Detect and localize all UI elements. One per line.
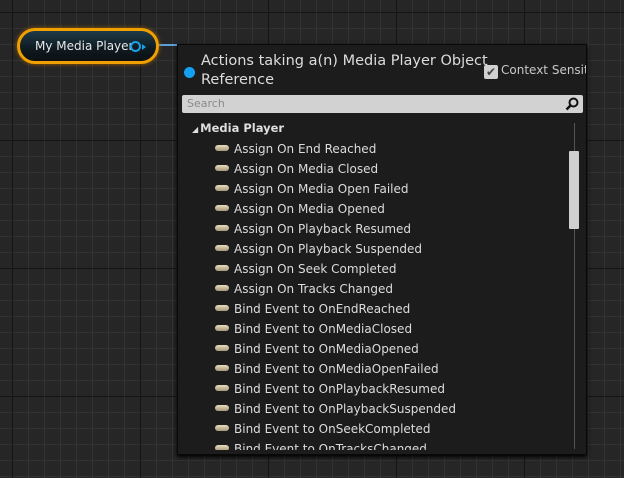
action-item-label: Assign On Tracks Changed [234, 282, 393, 296]
object-reference-dot-icon [184, 67, 195, 78]
action-item-label: Bind Event to OnMediaOpenFailed [234, 362, 439, 376]
function-pill-icon [215, 185, 229, 191]
action-item[interactable]: Bind Event to OnMediaOpened [215, 339, 555, 359]
action-item[interactable]: Bind Event to OnMediaClosed [215, 319, 555, 339]
collapse-triangle-icon: ◢ [192, 125, 199, 134]
action-item-label: Bind Event to OnMediaOpened [234, 342, 419, 356]
action-item[interactable]: Bind Event to OnMediaOpenFailed [215, 359, 555, 379]
action-item-label: Assign On Playback Resumed [234, 222, 412, 236]
action-item-label: Bind Event to OnMediaClosed [234, 322, 413, 336]
function-pill-icon [215, 445, 229, 450]
action-item[interactable]: Bind Event to OnTracksChanged [215, 439, 555, 450]
media-player-variable-node[interactable]: My Media Player [17, 28, 159, 64]
function-pill-icon [215, 165, 229, 171]
function-pill-icon [215, 285, 229, 291]
action-item[interactable]: Assign On Media Closed [215, 159, 555, 179]
function-pill-icon [215, 265, 229, 271]
category-label: Media Player [200, 121, 285, 135]
action-item-label: Assign On Playback Suspended [234, 242, 423, 256]
menu-title: Actions taking a(n) Media Player Object … [201, 53, 488, 88]
action-item[interactable]: Assign On End Reached [215, 139, 555, 159]
function-pill-icon [215, 145, 229, 151]
function-pill-icon [215, 385, 229, 391]
action-item[interactable]: Bind Event to OnSeekCompleted [215, 419, 555, 439]
action-item[interactable]: Assign On Playback Suspended [215, 239, 555, 259]
search-placeholder: Search [187, 97, 225, 110]
search-input[interactable]: Search [182, 95, 583, 113]
function-pill-icon [215, 205, 229, 211]
function-pill-icon [215, 425, 229, 431]
function-pill-icon [215, 365, 229, 371]
function-pill-icon [215, 305, 229, 311]
action-menu: Actions taking a(n) Media Player Object … [177, 44, 587, 455]
function-pill-icon [215, 345, 229, 351]
action-item-label: Bind Event to OnPlaybackSuspended [234, 402, 456, 416]
output-pin-icon[interactable] [130, 41, 141, 52]
function-pill-icon [215, 405, 229, 411]
action-item-label: Assign On End Reached [234, 142, 377, 156]
action-list: Assign On End Reached Assign On Media Clo… [215, 139, 555, 450]
action-item-label: Bind Event to OnTracksChanged [234, 442, 427, 450]
action-item[interactable]: Assign On Media Opened [215, 199, 555, 219]
action-item[interactable]: Bind Event to OnPlaybackSuspended [215, 399, 555, 419]
checkmark-icon: ✔ [484, 65, 498, 79]
action-item[interactable]: Assign On Playback Resumed [215, 219, 555, 239]
context-sensitive-label: Context Sensitive [501, 63, 586, 77]
category-media-player[interactable]: ◢ Media Player [192, 121, 284, 135]
function-pill-icon [215, 225, 229, 231]
action-item-label: Bind Event to OnPlaybackResumed [234, 382, 445, 396]
action-item[interactable]: Assign On Media Open Failed [215, 179, 555, 199]
action-item[interactable]: Assign On Tracks Changed [215, 279, 555, 299]
action-item-label: Assign On Media Closed [234, 162, 379, 176]
action-item-label: Bind Event to OnSeekCompleted [234, 422, 431, 436]
action-item-label: Assign On Media Open Failed [234, 182, 409, 196]
node-label: My Media Player [35, 39, 134, 53]
search-icon[interactable] [565, 97, 579, 111]
context-sensitive-checkbox[interactable]: ✔Context Sensitive [484, 63, 586, 79]
action-item[interactable]: Bind Event to OnEndReached [215, 299, 555, 319]
action-item[interactable]: Assign On Seek Completed [215, 259, 555, 279]
action-item-label: Assign On Seek Completed [234, 262, 397, 276]
function-pill-icon [215, 325, 229, 331]
action-item[interactable]: Bind Event to OnPlaybackResumed [215, 379, 555, 399]
action-item-label: Bind Event to OnEndReached [234, 302, 411, 316]
scrollbar-thumb[interactable] [569, 151, 579, 229]
action-item-label: Assign On Media Opened [234, 202, 385, 216]
function-pill-icon [215, 245, 229, 251]
pin-arrow-icon [142, 44, 146, 50]
